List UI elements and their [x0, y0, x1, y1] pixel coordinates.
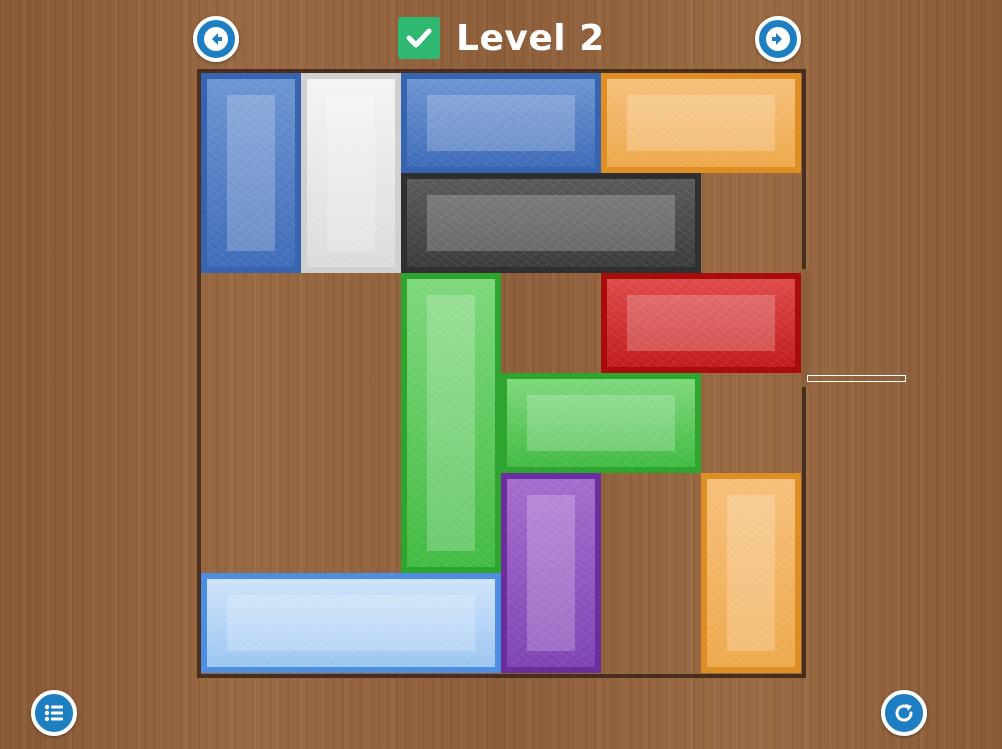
block-orange-vertical[interactable]: [701, 473, 801, 673]
next-level-button[interactable]: [755, 16, 801, 62]
block-blue-vertical[interactable]: [201, 73, 301, 273]
level-menu-button[interactable]: [31, 690, 77, 736]
previous-level-button[interactable]: [193, 16, 239, 62]
arrow-left-icon: [204, 27, 228, 51]
block-purple-vertical[interactable]: [501, 473, 601, 673]
block-lightblue-horizontal[interactable]: [201, 573, 501, 673]
list-menu-icon: [44, 704, 63, 722]
block-green-vertical[interactable]: [401, 273, 501, 573]
block-gray-horizontal[interactable]: [401, 173, 701, 273]
block-white-vertical[interactable]: [301, 73, 401, 273]
block-red-target[interactable]: [601, 273, 801, 373]
arrow-right-icon: [766, 27, 790, 51]
level-title: Level 2: [456, 17, 605, 59]
level-complete-check-icon: [398, 17, 440, 59]
level-header: Level 2: [398, 16, 605, 60]
board-exit-opening: [801, 269, 809, 387]
block-blue-horizontal[interactable]: [401, 73, 601, 173]
restart-level-button[interactable]: [881, 690, 927, 736]
block-green-horizontal[interactable]: [501, 373, 701, 473]
exit-marker: [807, 375, 906, 382]
block-orange-horizontal[interactable]: [601, 73, 801, 173]
restart-icon: [895, 704, 913, 722]
